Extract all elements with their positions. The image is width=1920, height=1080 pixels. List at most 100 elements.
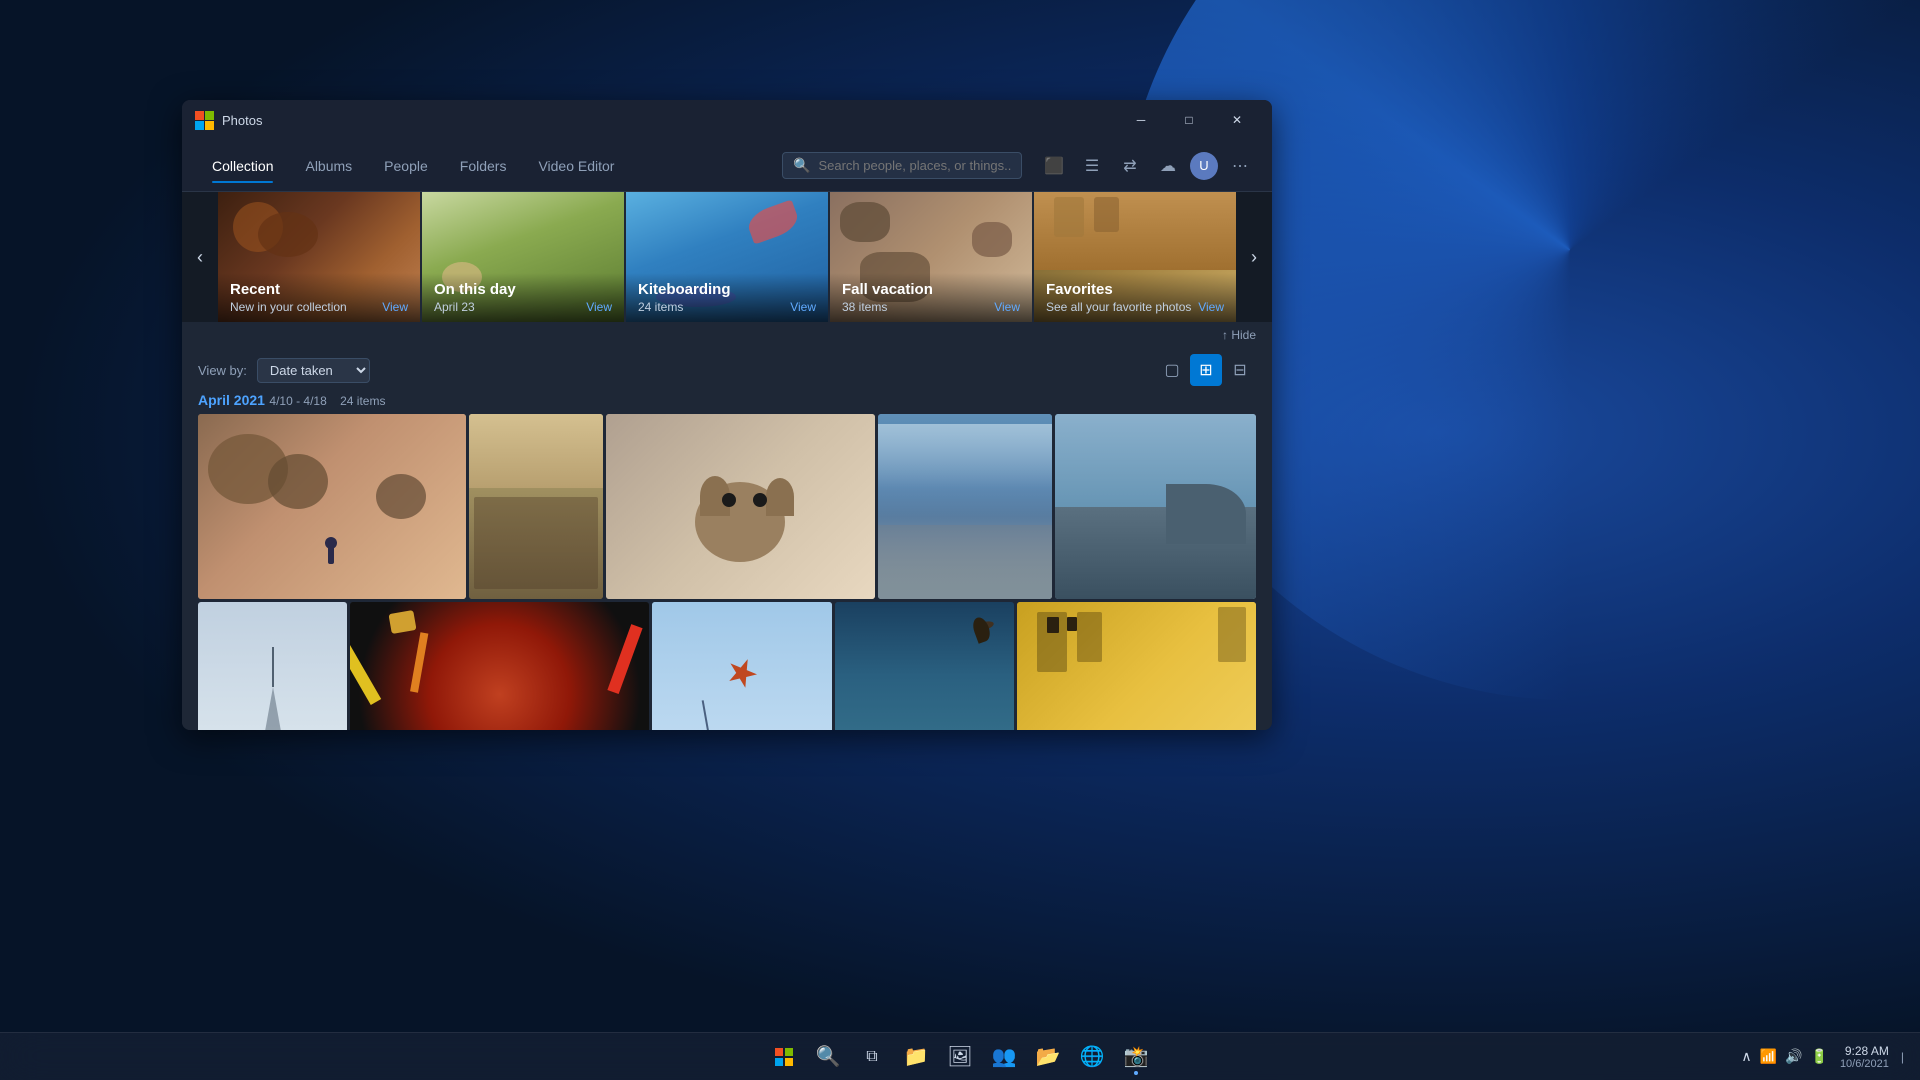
photo-grid-row2 [198, 602, 1256, 730]
taskbar-edge-button[interactable]: 🌐 [1072, 1037, 1112, 1077]
nav-bar: Collection Albums People Folders Video E… [182, 140, 1272, 192]
search-icon: 🔍 [793, 157, 810, 174]
taskbar-clock[interactable]: 9:28 AM 10/6/2021 [1840, 1044, 1889, 1070]
taskbar-edge-icon: 🌐 [1080, 1044, 1105, 1069]
view-mode-single-button[interactable]: ▢ [1156, 354, 1188, 386]
photo-paris-aerial[interactable] [469, 414, 603, 599]
view-by-bar: View by: Date taken Date created Folder … [182, 348, 1272, 392]
more-options-icon[interactable]: ⋯ [1224, 150, 1256, 182]
taskbar-network-icon[interactable]: 📶 [1760, 1048, 1777, 1065]
photo-eiffel[interactable] [198, 602, 347, 730]
hide-button[interactable]: ↑ Hide [1222, 328, 1256, 342]
taskbar-start-button[interactable] [764, 1037, 804, 1077]
taskbar: 🔍 ⧉ 📁 🖼 👥 📂 🌐 📸 ∧ 📶 🔊 🔋 [0, 1032, 1920, 1080]
taskbar-battery-icon[interactable]: 🔋 [1811, 1048, 1828, 1065]
section-date: April 2021 [198, 392, 265, 408]
section-meta: 4/10 - 4/18 24 items [269, 394, 385, 408]
taskbar-task-view-button[interactable]: ⧉ [852, 1037, 892, 1077]
nav-right-icons: ⬛ ☰ ⇄ ☁ U ⋯ [1038, 150, 1256, 182]
card-view-recent[interactable]: View [382, 300, 408, 314]
highlight-card-thisday[interactable]: On this day April 23 View [422, 192, 624, 322]
photo-rocks-person[interactable] [198, 414, 466, 599]
taskbar-teams-icon: 👥 [992, 1044, 1017, 1069]
taskbar-teams-button[interactable]: 👥 [984, 1037, 1024, 1077]
maximize-button[interactable]: □ [1166, 104, 1212, 136]
photo-yellow-building[interactable] [1017, 602, 1256, 730]
search-input[interactable] [818, 158, 1011, 173]
tab-albums[interactable]: Albums [291, 150, 366, 182]
highlight-card-fallvacation[interactable]: Fall vacation 38 items View [830, 192, 1032, 322]
taskbar-files-button[interactable]: 📂 [1028, 1037, 1068, 1077]
card-view-fallvacation[interactable]: View [994, 300, 1020, 314]
close-button[interactable]: ✕ [1214, 104, 1260, 136]
tab-folders[interactable]: Folders [446, 150, 521, 182]
taskbar-center: 🔍 ⧉ 📁 🖼 👥 📂 🌐 📸 [764, 1037, 1156, 1077]
taskbar-sys-icons: ∧ 📶 🔊 🔋 [1741, 1048, 1828, 1065]
taskbar-search-button[interactable]: 🔍 [808, 1037, 848, 1077]
photo-section-april2021: April 2021 4/10 - 4/18 24 items [182, 392, 1272, 730]
view-mode-icons: ▢ ⊞ ⊟ [1156, 354, 1256, 386]
taskbar-photos-button[interactable]: 📸 [1116, 1037, 1156, 1077]
card-title-kiteboarding: Kiteboarding [638, 281, 816, 298]
taskbar-explorer-button[interactable]: 📁 [896, 1037, 936, 1077]
photo-ocean-cliff[interactable] [1055, 414, 1256, 599]
taskbar-show-desktop-icon[interactable]: | [1901, 1050, 1904, 1064]
photo-kite-star[interactable] [652, 602, 831, 730]
taskbar-search-icon: 🔍 [816, 1044, 841, 1069]
card-title-recent: Recent [230, 281, 408, 298]
photos-app-window: Photos ─ □ ✕ Collection Albums People Fo… [182, 100, 1272, 730]
import-icon[interactable]: ⬛ [1038, 150, 1070, 182]
taskbar-taskview-icon: ⧉ [866, 1048, 877, 1066]
highlight-strip: ‹ Recent New in your collection View [182, 192, 1272, 322]
highlight-cards: Recent New in your collection View On th… [218, 192, 1236, 322]
photo-art-tools[interactable] [350, 602, 649, 730]
photo-ocean-bird[interactable] [835, 602, 1014, 730]
title-bar: Photos ─ □ ✕ [182, 100, 1272, 140]
content-area: ‹ Recent New in your collection View [182, 192, 1272, 730]
cloud-icon[interactable]: ☁ [1152, 150, 1184, 182]
highlight-card-favorites[interactable]: Favorites See all your favorite photos V… [1034, 192, 1236, 322]
tab-people[interactable]: People [370, 150, 442, 182]
taskbar-photos-icon: 📸 [1124, 1044, 1149, 1069]
card-title-favorites: Favorites [1046, 281, 1224, 298]
view-by-select[interactable]: Date taken Date created Folder [257, 358, 370, 383]
highlight-next-button[interactable]: › [1236, 192, 1272, 322]
taskbar-gallery-button[interactable]: 🖼 [940, 1037, 980, 1077]
taskbar-time: 9:28 AM [1840, 1044, 1889, 1058]
app-logo-icon [194, 110, 214, 130]
filter-icon[interactable]: ☰ [1076, 150, 1108, 182]
taskbar-volume-icon[interactable]: 🔊 [1785, 1048, 1802, 1065]
taskbar-explorer-icon: 📁 [904, 1044, 929, 1069]
taskbar-files-icon: 📂 [1036, 1044, 1061, 1069]
card-overlay-kiteboarding: Kiteboarding 24 items View [626, 273, 828, 322]
card-title-thisday: On this day [434, 281, 612, 298]
start-icon [774, 1047, 794, 1067]
view-mode-grid-button[interactable]: ⊞ [1190, 354, 1222, 386]
taskbar-right: ∧ 📶 🔊 🔋 9:28 AM 10/6/2021 | [1741, 1044, 1904, 1070]
photo-coastal-people[interactable] [878, 414, 1052, 599]
view-by-label: View by: [198, 363, 247, 378]
search-bar[interactable]: 🔍 [782, 152, 1022, 179]
highlight-card-recent[interactable]: Recent New in your collection View [218, 192, 420, 322]
card-view-kiteboarding[interactable]: View [790, 300, 816, 314]
card-overlay-fallvacation: Fall vacation 38 items View [830, 273, 1032, 322]
photo-grid-row1 [198, 414, 1256, 599]
highlight-prev-button[interactable]: ‹ [182, 192, 218, 322]
taskbar-chevron-icon[interactable]: ∧ [1741, 1048, 1751, 1065]
card-title-fallvacation: Fall vacation [842, 281, 1020, 298]
avatar[interactable]: U [1190, 152, 1218, 180]
card-view-thisday[interactable]: View [586, 300, 612, 314]
section-header: April 2021 4/10 - 4/18 24 items [198, 392, 1256, 410]
minimize-button[interactable]: ─ [1118, 104, 1164, 136]
tab-collection[interactable]: Collection [198, 150, 287, 182]
sort-icon[interactable]: ⇄ [1114, 150, 1146, 182]
card-view-favorites[interactable]: View [1198, 300, 1224, 314]
hide-row: ↑ Hide [182, 322, 1272, 348]
photo-dog[interactable] [606, 414, 874, 599]
view-mode-small-button[interactable]: ⊟ [1224, 354, 1256, 386]
highlight-card-kiteboarding[interactable]: Kiteboarding 24 items View [626, 192, 828, 322]
window-title: Photos [222, 113, 1118, 128]
taskbar-date: 10/6/2021 [1840, 1058, 1889, 1070]
tab-video-editor[interactable]: Video Editor [524, 150, 628, 182]
card-overlay-recent: Recent New in your collection View [218, 273, 420, 322]
